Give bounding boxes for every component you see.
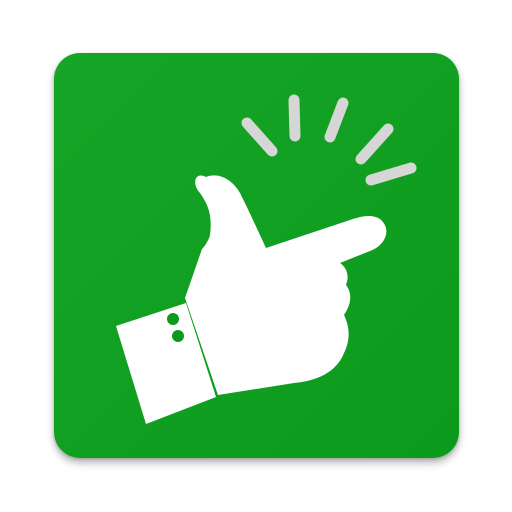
cuff-button-2: [172, 330, 184, 342]
app-icon-graphic: [54, 53, 459, 458]
cuff-button-1: [167, 313, 179, 325]
app-icon[interactable]: [54, 53, 459, 458]
motion-line-2: [288, 94, 301, 142]
screen: [0, 0, 512, 512]
